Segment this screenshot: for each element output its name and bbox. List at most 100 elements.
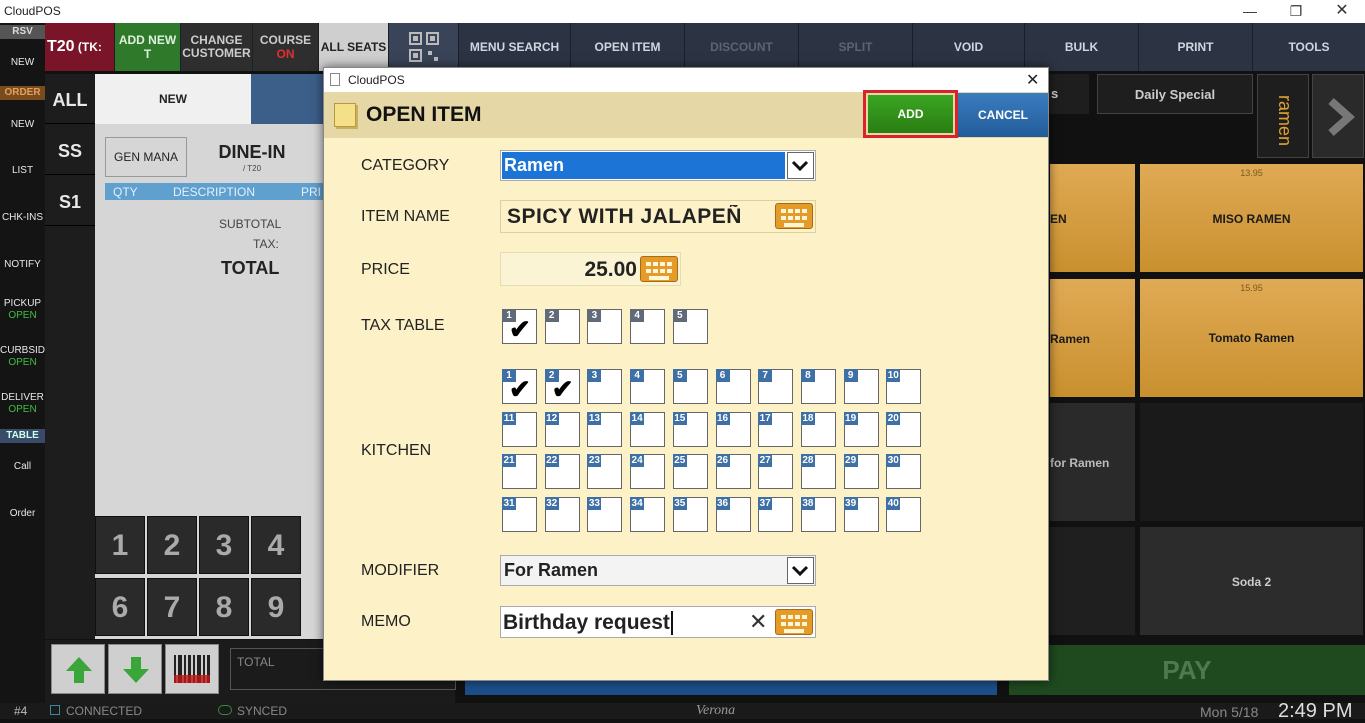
course-button[interactable]: COURSE ON — [253, 23, 319, 71]
menu-search-button[interactable]: MENU SEARCH — [459, 23, 571, 71]
scroll-up-button[interactable] — [51, 644, 105, 694]
keyboard-icon[interactable] — [775, 203, 813, 229]
numpad-9[interactable]: 9 — [251, 578, 301, 636]
curbside-button[interactable]: CURBSID OPEN — [0, 345, 45, 369]
kitchen-checkbox[interactable]: 23 — [587, 454, 623, 489]
kitchen-checkbox[interactable]: 24 — [630, 454, 666, 489]
print-button[interactable]: PRINT — [1139, 23, 1253, 71]
kitchen-checkbox[interactable]: 34 — [630, 496, 666, 532]
kitchen-checkbox[interactable]: 19 — [843, 411, 879, 447]
add-new-button[interactable]: ADD NEW T — [115, 23, 181, 71]
memo-input[interactable]: Birthday request ✕ — [500, 606, 816, 638]
numpad-8[interactable]: 8 — [199, 578, 249, 636]
order-new-button[interactable]: NEW — [0, 119, 45, 131]
kitchen-checkbox[interactable]: 28 — [800, 454, 836, 489]
minimize-icon[interactable]: — — [1238, 2, 1262, 20]
discount-button[interactable]: DISCOUNT — [685, 23, 799, 71]
kitchen-checkbox[interactable]: 14 — [630, 411, 666, 447]
tax-table-checkbox[interactable]: 5 — [672, 309, 708, 344]
numpad-3[interactable]: 3 — [199, 516, 249, 574]
kitchen-checkbox[interactable]: 25 — [672, 454, 708, 489]
kitchen-checkbox[interactable]: 16 — [715, 411, 751, 447]
kitchen-checkbox[interactable]: 40 — [886, 496, 922, 532]
tax-table-checkbox[interactable]: 2 — [544, 309, 580, 344]
bulk-button[interactable]: BULK — [1025, 23, 1139, 71]
kitchen-checkbox[interactable]: 39 — [843, 496, 879, 532]
item-name-input[interactable]: SPICY WITH JALAPEÑ — [500, 200, 816, 233]
menu-tile[interactable]: EN — [1049, 163, 1136, 273]
kitchen-checkbox[interactable]: 29 — [843, 454, 879, 489]
dine-in-label[interactable]: DINE-IN — [205, 142, 299, 163]
cancel-button[interactable]: CANCEL — [958, 93, 1048, 137]
kitchen-checkbox[interactable]: 4 — [630, 369, 666, 404]
gen-mana-button[interactable]: GEN MANA — [105, 137, 187, 177]
kitchen-checkbox[interactable]: 38 — [800, 496, 836, 532]
kitchen-checkbox[interactable]: 20 — [886, 411, 922, 447]
kitchen-checkbox[interactable]: 21 — [502, 454, 537, 489]
rsv-new-button[interactable]: NEW — [0, 57, 45, 69]
add-button[interactable]: ADD — [868, 95, 953, 133]
menu-tile-soda-2[interactable]: Soda 2 — [1139, 526, 1364, 636]
qr-button[interactable] — [389, 23, 459, 71]
kitchen-checkbox[interactable]: 13 — [587, 411, 623, 447]
numpad-4[interactable]: 4 — [251, 516, 301, 574]
menu-tile-miso-ramen[interactable]: 13.95 MISO RAMEN — [1139, 163, 1364, 273]
kitchen-checkbox[interactable]: 33 — [587, 496, 623, 532]
kitchen-checkbox[interactable]: 17 — [758, 411, 794, 447]
keyboard-icon[interactable] — [640, 256, 678, 282]
menu-tab-partial[interactable]: s — [1049, 74, 1089, 114]
kitchen-checkbox[interactable]: 1 ✔ — [502, 369, 537, 404]
delivery-button[interactable]: DELIVER OPEN — [0, 392, 45, 416]
numpad-7[interactable]: 7 — [147, 578, 197, 636]
kitchen-checkbox[interactable]: 37 — [758, 496, 794, 532]
kitchen-checkbox[interactable]: 3 — [587, 369, 623, 404]
kitchen-checkbox[interactable]: 26 — [715, 454, 751, 489]
tax-table-checkbox[interactable]: 4 — [630, 309, 666, 344]
all-seats-button[interactable]: ALL SEATS — [319, 23, 389, 71]
scroll-down-button[interactable] — [108, 644, 162, 694]
dialog-close-icon[interactable]: ✕ — [1026, 70, 1039, 90]
seat-s1[interactable]: S1 — [45, 178, 95, 226]
kitchen-checkbox[interactable]: 8 — [800, 369, 836, 404]
clear-icon[interactable]: ✕ — [749, 609, 767, 635]
restore-icon[interactable]: ❐ — [1284, 2, 1308, 20]
kitchen-checkbox[interactable]: 31 — [502, 496, 537, 532]
menu-tile-tomato-ramen[interactable]: 15.95 Tomato Ramen — [1139, 278, 1364, 398]
kitchen-checkbox[interactable]: 22 — [544, 454, 580, 489]
menu-tile[interactable]: Ramen — [1049, 278, 1136, 398]
seat-ss[interactable]: SS — [45, 127, 95, 175]
kitchen-checkbox[interactable]: 5 — [672, 369, 708, 404]
call-button[interactable]: Call — [0, 461, 45, 473]
seat-all[interactable]: ALL — [45, 76, 95, 124]
chevron-down-icon[interactable] — [787, 152, 814, 179]
numpad-1[interactable]: 1 — [95, 516, 145, 574]
kitchen-checkbox[interactable]: 11 — [502, 411, 537, 447]
kitchen-checkbox[interactable]: 7 — [758, 369, 794, 404]
split-button[interactable]: SPLIT — [799, 23, 913, 71]
kitchen-checkbox[interactable]: 10 — [886, 369, 922, 404]
kitchen-checkbox[interactable]: 30 — [886, 454, 922, 489]
keyboard-icon[interactable] — [775, 609, 813, 635]
tax-table-checkbox[interactable]: 1 ✔ — [502, 309, 537, 344]
menu-tile[interactable]: for Ramen — [1049, 402, 1136, 522]
pickup-button[interactable]: PICKUP OPEN — [0, 298, 45, 322]
modifier-select[interactable]: For Ramen — [500, 555, 816, 586]
pay-button[interactable]: PAY — [1009, 645, 1365, 695]
list-button[interactable]: LIST — [0, 165, 45, 177]
kitchen-checkbox[interactable]: 15 — [672, 411, 708, 447]
numpad-2[interactable]: 2 — [147, 516, 197, 574]
menu-tab-daily-special[interactable]: Daily Special — [1097, 74, 1253, 114]
kitchen-checkbox[interactable]: 12 — [544, 411, 580, 447]
kitchen-checkbox[interactable]: 32 — [544, 496, 580, 532]
close-icon[interactable]: ✕ — [1330, 2, 1354, 20]
kitchen-checkbox[interactable]: 27 — [758, 454, 794, 489]
category-select[interactable]: Ramen — [500, 150, 816, 181]
kitchen-checkbox[interactable]: 2 ✔ — [544, 369, 580, 404]
checkins-button[interactable]: CHK-INS — [0, 212, 45, 224]
chevron-down-icon[interactable] — [787, 557, 814, 584]
notify-button[interactable]: NOTIFY — [0, 259, 45, 271]
open-item-button[interactable]: OPEN ITEM — [571, 23, 685, 71]
kitchen-checkbox[interactable]: 36 — [715, 496, 751, 532]
numpad-6[interactable]: 6 — [95, 578, 145, 636]
order-button[interactable]: Order — [0, 508, 45, 520]
